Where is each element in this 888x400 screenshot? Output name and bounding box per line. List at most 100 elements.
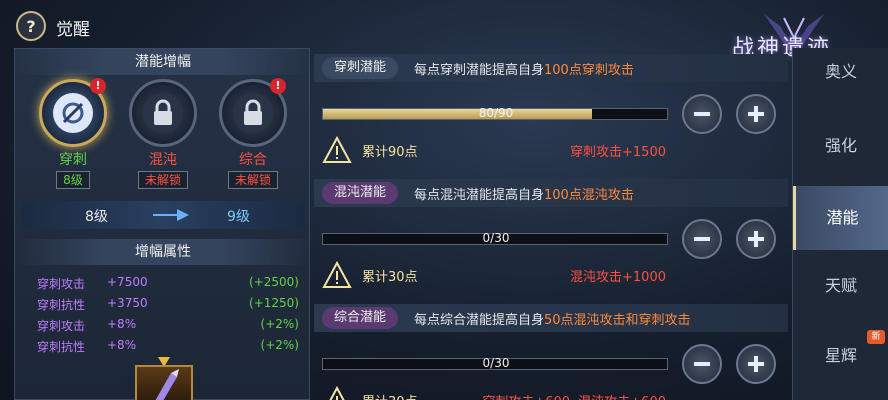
decrease-button[interactable] — [682, 344, 722, 384]
desc-highlight: 50点混沌攻击和穿刺攻击 — [544, 313, 691, 328]
tab-talent[interactable]: 天赋 — [793, 254, 888, 318]
potential-footer: 累计30点 穿刺攻击+600, 混沌攻击+600 — [322, 386, 788, 400]
potential-progress-bar: 0/30 — [322, 356, 668, 370]
potential-row-chaos: 混沌潜能 每点混沌潜能提高自身100点混沌攻击 0/30 累计30点 混沌攻击+… — [314, 173, 788, 295]
potential-footer: 累计90点 穿刺攻击+1500 — [322, 136, 788, 164]
stat-value: +7500 — [107, 275, 148, 289]
stat-label: 穿刺抗性 — [37, 298, 86, 312]
stat-increase: (+2500) — [249, 275, 299, 289]
node-composite[interactable]: ! 综合 未解锁 — [213, 78, 293, 189]
total-bonus: 穿刺攻击+1500 — [570, 145, 666, 160]
page-title: 觉醒 — [56, 20, 90, 40]
potential-header: 穿刺潜能 每点穿刺潜能提高自身100点穿刺攻击 — [314, 54, 788, 82]
potential-progress-bar: 0/30 — [322, 231, 668, 245]
plus-icon — [748, 231, 764, 247]
tab-mystery[interactable]: 奥义 — [793, 40, 888, 104]
potential-description: 每点穿刺潜能提高自身100点穿刺攻击 — [414, 59, 634, 78]
desc-text: 每点综合潜能提高自身 — [414, 313, 545, 328]
level-upgrade-bar: 8级 9级 — [21, 201, 305, 229]
node-name: 混沌 — [149, 152, 177, 168]
stat-increase: (+2%) — [260, 338, 299, 352]
new-badge: 新 — [867, 330, 885, 344]
total-bonus: 穿刺攻击+600, 混沌攻击+600 — [482, 391, 666, 400]
tab-enhance[interactable]: 强化 — [793, 114, 888, 178]
item-slot[interactable] — [135, 365, 193, 400]
potential-footer: 累计30点 混沌攻击+1000 — [322, 261, 788, 289]
potential-overview-panel: 潜能增幅 ! 穿刺 8级 混沌 未解锁 ! 综合 未解锁 8级 9级 增幅属性 … — [14, 48, 311, 400]
minus-icon — [694, 362, 710, 366]
level-current: 8级 — [85, 209, 108, 225]
node-pierce[interactable]: ! 穿刺 8级 — [33, 78, 113, 189]
node-lock-tag: 未解锁 — [137, 171, 188, 189]
stat-row: 穿刺攻击 +8% (+2%) — [37, 317, 299, 337]
stat-label: 穿刺攻击 — [37, 319, 86, 333]
potential-header: 综合潜能 每点综合潜能提高自身50点混沌攻击和穿刺攻击 — [314, 304, 788, 332]
potential-row-composite: 综合潜能 每点综合潜能提高自身50点混沌攻击和穿刺攻击 0/30 累计30点 穿… — [314, 298, 788, 400]
node-name: 综合 — [239, 152, 267, 168]
potential-header: 混沌潜能 每点混沌潜能提高自身100点混沌攻击 — [314, 179, 788, 207]
node-name: 穿刺 — [59, 152, 87, 168]
desc-highlight: 100点混沌攻击 — [544, 188, 634, 203]
potential-description: 每点混沌潜能提高自身100点混沌攻击 — [414, 184, 634, 203]
stat-value: +8% — [107, 317, 137, 331]
node-chaos[interactable]: 混沌 未解锁 — [123, 79, 203, 189]
total-bonus: 混沌攻击+1000 — [570, 270, 666, 285]
arrow-right-icon — [153, 209, 189, 221]
pierce-rune-icon — [53, 93, 93, 133]
minus-icon — [694, 237, 710, 241]
node-ring — [129, 79, 197, 147]
lock-icon — [143, 93, 183, 133]
progress-text: 80/90 — [478, 106, 514, 120]
potential-name-pill: 综合潜能 — [322, 307, 399, 329]
stat-increase: (+1250) — [249, 296, 299, 310]
stat-label: 穿刺攻击 — [37, 277, 86, 291]
header: ? 觉醒 战神遗迹 — [0, 0, 888, 61]
decrease-button[interactable] — [682, 94, 722, 134]
stat-increase: (+2%) — [260, 317, 299, 331]
node-ring: ! — [39, 78, 107, 147]
increase-button[interactable] — [736, 344, 776, 384]
stat-label: 穿刺抗性 — [37, 340, 86, 354]
tab-potential[interactable]: 潜能 — [793, 186, 888, 250]
stat-value: +8% — [107, 338, 137, 352]
section-title-attributes: 增幅属性 — [15, 239, 311, 265]
warning-icon — [322, 261, 352, 288]
tab-bar: 奥义 强化 潜能 天赋 星辉 新 — [792, 48, 888, 400]
stat-value: +3750 — [107, 296, 148, 310]
desc-highlight: 100点穿刺攻击 — [544, 63, 634, 78]
node-lock-tag: 未解锁 — [227, 171, 278, 189]
stat-row: 穿刺抗性 +8% (+2%) — [37, 338, 299, 358]
warning-icon — [329, 386, 345, 400]
potential-name-pill: 穿刺潜能 — [322, 57, 399, 79]
node-ring: ! — [219, 78, 287, 147]
help-icon: ? — [26, 16, 36, 36]
stat-row: 穿刺攻击 +7500 (+2500) — [37, 275, 299, 295]
lock-icon — [233, 93, 273, 133]
item-weapon-icon — [155, 369, 179, 400]
plus-icon — [748, 106, 764, 122]
increase-button[interactable] — [736, 219, 776, 259]
desc-text: 每点混沌潜能提高自身 — [414, 188, 545, 203]
decrease-button[interactable] — [682, 219, 722, 259]
potential-list: 穿刺潜能 每点穿刺潜能提高自身100点穿刺攻击 80/90 累计90点 穿刺攻击… — [314, 48, 788, 400]
stat-row: 穿刺抗性 +3750 (+1250) — [37, 296, 299, 316]
progress-text: 0/30 — [482, 356, 510, 370]
warning-icon — [322, 136, 352, 163]
accumulated-points: 累计30点 — [362, 391, 418, 400]
tab-starlight[interactable]: 星辉 新 — [793, 324, 888, 388]
increase-button[interactable] — [736, 94, 776, 134]
potential-description: 每点综合潜能提高自身50点混沌攻击和穿刺攻击 — [414, 309, 691, 328]
accumulated-points: 累计90点 — [362, 145, 418, 160]
plus-icon — [748, 356, 764, 372]
node-level-tag: 8级 — [56, 171, 90, 189]
accumulated-points: 累计30点 — [362, 270, 418, 285]
help-button[interactable]: ? — [16, 11, 46, 41]
alert-badge: ! — [270, 78, 286, 94]
alert-badge: ! — [90, 78, 106, 94]
potential-progress-bar: 80/90 — [322, 106, 668, 120]
level-next: 9级 — [227, 209, 250, 225]
progress-text: 0/30 — [482, 231, 510, 245]
desc-text: 每点穿刺潜能提高自身 — [414, 63, 545, 78]
potential-row-pierce: 穿刺潜能 每点穿刺潜能提高自身100点穿刺攻击 80/90 累计90点 穿刺攻击… — [314, 48, 788, 170]
minus-icon — [694, 112, 710, 116]
